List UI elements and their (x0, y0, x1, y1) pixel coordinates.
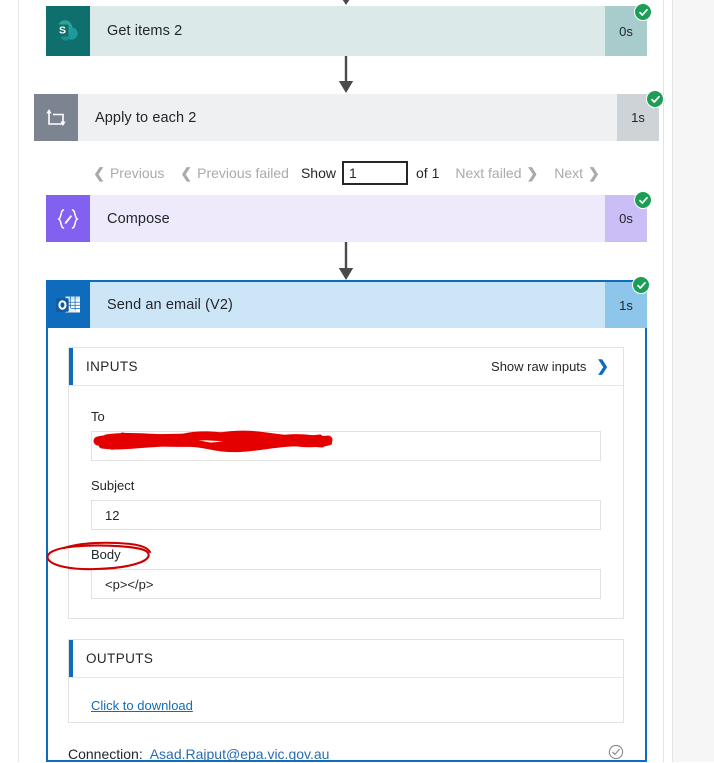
page-count-label: of 1 (416, 165, 440, 181)
left-rail (0, 0, 19, 762)
previous-button[interactable]: ❮ Previous (85, 163, 172, 183)
field-to: To (69, 386, 623, 461)
next-label: Next (554, 165, 584, 181)
step-title: Compose (107, 210, 170, 227)
outputs-section: OUTPUTS Click to download (68, 639, 624, 723)
inputs-section: INPUTS Show raw inputs ❯ To Subject 12 B… (68, 347, 624, 619)
inputs-section-header: INPUTS Show raw inputs ❯ (69, 348, 623, 386)
next-button[interactable]: Next ❯ (546, 163, 608, 183)
show-raw-inputs-label: Show raw inputs (491, 359, 587, 374)
loop-pagination-bar: ❮ Previous ❮ Previous failed Show of 1 N… (34, 155, 659, 191)
field-label-body: Body (91, 547, 121, 562)
connection-label: Connection: (68, 745, 143, 762)
step-card-send-an-email-v2[interactable]: Send an email (V2) 1s (46, 282, 647, 328)
step-title: Apply to each 2 (95, 109, 197, 126)
field-body: Body <p></p> (69, 530, 623, 599)
run-history-canvas: S Get items 2 0s Apply to each 2 1s ❮ Pr… (0, 0, 714, 762)
step-card-compose[interactable]: Compose 0s (46, 195, 647, 242)
status-badge-succeeded (646, 90, 664, 108)
field-value-subject[interactable]: 12 (91, 500, 601, 530)
outputs-section-header: OUTPUTS (69, 640, 623, 678)
previous-label: Previous (109, 165, 165, 181)
outputs-title: OUTPUTS (86, 651, 154, 666)
right-gutter-inner (664, 0, 673, 762)
flow-arrow-2 (334, 242, 358, 282)
connection-row: Connection: Asad.Rajput@epa.vic.gov.au (68, 744, 624, 763)
previous-failed-label: Previous failed (197, 165, 289, 181)
right-gutter (663, 0, 714, 762)
chevron-right-icon: ❯ (596, 358, 609, 375)
chevron-left-icon: ❮ (180, 165, 193, 181)
status-badge-succeeded (632, 276, 650, 294)
click-to-download-link[interactable]: Click to download (69, 678, 215, 713)
connection-value[interactable]: Asad.Rajput@epa.vic.gov.au (150, 746, 330, 762)
page-number-input[interactable] (342, 161, 408, 185)
show-raw-inputs-link[interactable]: Show raw inputs ❯ (491, 359, 609, 374)
next-failed-label: Next failed (455, 165, 522, 181)
field-label-to: To (91, 409, 105, 424)
chevron-right-icon: ❯ (526, 165, 539, 181)
next-failed-button[interactable]: Next failed ❯ (447, 163, 546, 183)
field-subject: Subject 12 (69, 461, 623, 530)
chevron-right-icon: ❯ (588, 165, 600, 181)
sharepoint-icon: S (46, 6, 90, 56)
step-title: Send an email (V2) (107, 297, 233, 313)
compose-braces-icon (46, 195, 90, 242)
step-card-get-items-2[interactable]: S Get items 2 0s (46, 6, 647, 56)
show-label: Show (300, 165, 336, 181)
step-card-apply-to-each-2[interactable]: Apply to each 2 1s (34, 94, 659, 141)
status-badge-succeeded (634, 191, 652, 209)
connection-verified-icon (608, 744, 624, 763)
chevron-left-icon: ❮ (93, 165, 105, 181)
step-title: Get items 2 (107, 23, 183, 39)
field-value-to[interactable] (91, 431, 601, 461)
field-value-body[interactable]: <p></p> (91, 569, 601, 599)
previous-failed-button[interactable]: ❮ Previous failed (172, 163, 297, 183)
loop-icon (34, 94, 78, 141)
flow-arrow-1 (334, 56, 358, 94)
status-badge-succeeded (634, 3, 652, 21)
inputs-title: INPUTS (86, 359, 138, 374)
svg-text:S: S (59, 25, 66, 37)
outlook-icon (46, 282, 90, 328)
field-label-subject: Subject (91, 478, 135, 493)
